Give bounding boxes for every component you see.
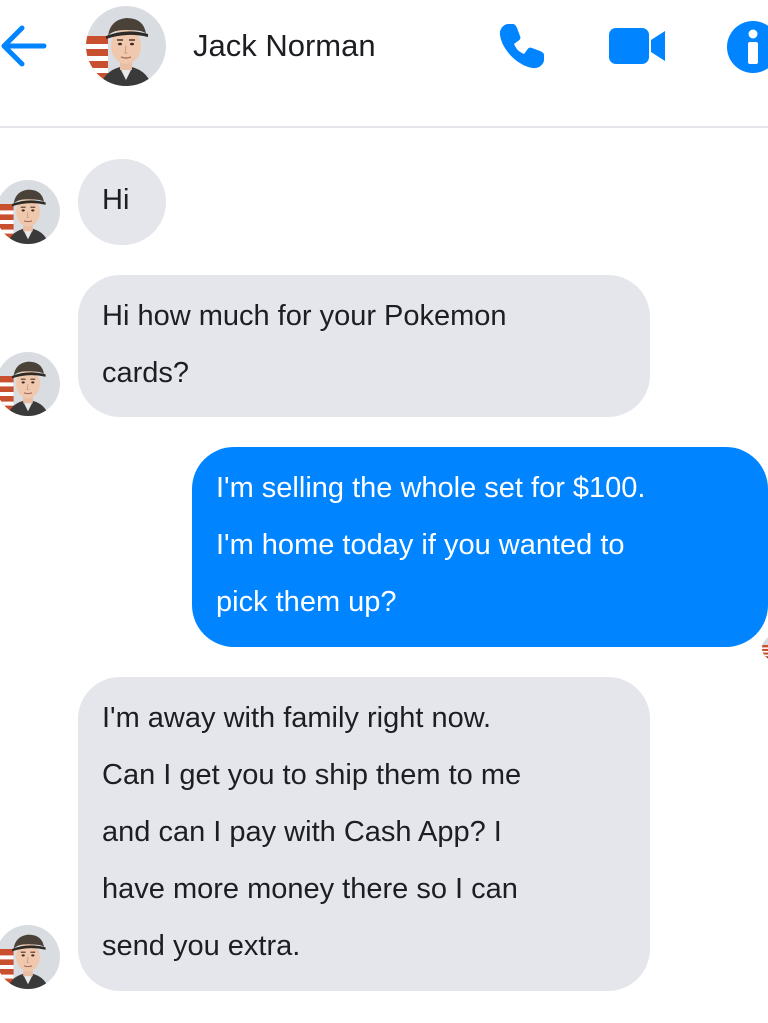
video-camera-icon	[609, 28, 665, 64]
avatar-image	[0, 352, 60, 416]
back-button[interactable]	[0, 22, 48, 70]
back-arrow-icon	[1, 25, 47, 67]
info-button[interactable]	[726, 20, 768, 74]
sender-avatar[interactable]	[0, 925, 60, 989]
incoming-message[interactable]: I'm away with family right now. Can I ge…	[78, 677, 650, 991]
incoming-message[interactable]: Hi	[78, 159, 166, 245]
sender-avatar[interactable]	[0, 180, 60, 244]
avatar-image	[0, 180, 60, 244]
info-icon	[727, 21, 768, 73]
phone-icon	[499, 24, 544, 69]
voice-call-button[interactable]	[494, 20, 548, 74]
incoming-message[interactable]: Hi how much for your Pokemon cards?	[78, 275, 650, 417]
avatar-image	[0, 925, 60, 989]
conversation-header: Jack Norman	[0, 0, 768, 128]
outgoing-message[interactable]: I'm selling the whole set for $100. I'm …	[192, 447, 768, 647]
contact-avatar[interactable]	[86, 6, 166, 86]
video-call-button[interactable]	[607, 26, 669, 66]
contact-name[interactable]: Jack Norman	[193, 28, 376, 64]
sender-avatar[interactable]	[0, 352, 60, 416]
avatar-image	[762, 636, 768, 660]
seen-indicator-avatar	[762, 636, 768, 660]
avatar-image	[86, 6, 166, 86]
